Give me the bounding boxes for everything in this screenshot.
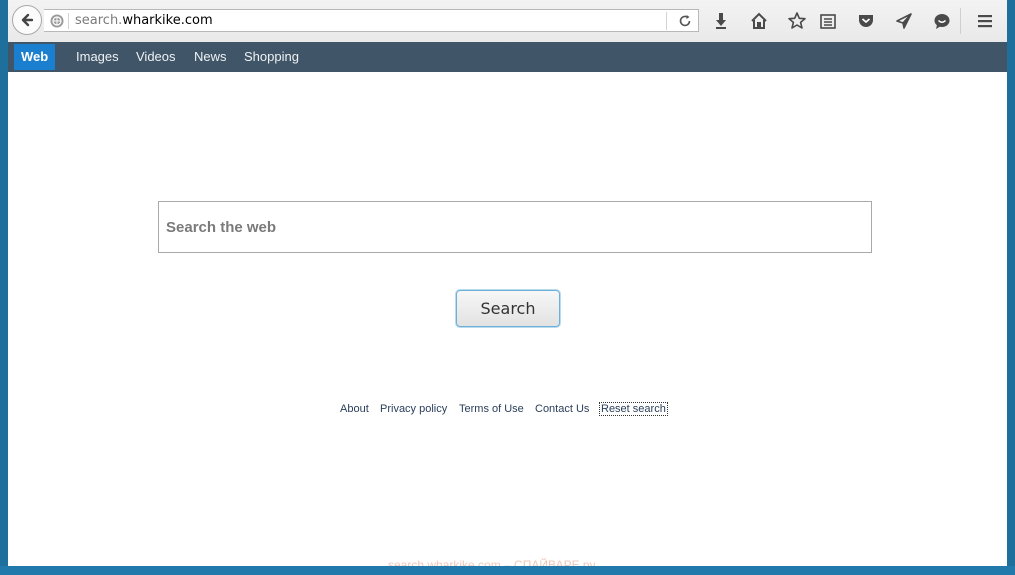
browser-window: search.wharkike.com Web Images Videos Ne…: [8, 0, 1007, 566]
search-input[interactable]: [158, 201, 872, 253]
bookmark-star-icon[interactable]: [787, 11, 807, 31]
back-arrow-icon: [21, 13, 34, 27]
nav-tab-web[interactable]: Web: [14, 44, 56, 70]
footer-link-privacy-policy[interactable]: Privacy policy: [380, 403, 447, 415]
search-button[interactable]: Search: [456, 290, 560, 327]
site-identity-icon[interactable]: [50, 14, 64, 28]
home-icon[interactable]: [749, 11, 769, 31]
reading-list-icon[interactable]: [818, 11, 838, 31]
nav-tab-shopping[interactable]: Shopping: [244, 42, 299, 72]
url-prefix: search.: [75, 13, 123, 28]
footer-link-about[interactable]: About: [340, 403, 369, 415]
desktop-background: [0, 566, 1015, 575]
url-host: wharkike.com: [122, 13, 213, 28]
menu-icon[interactable]: [975, 11, 995, 31]
chat-icon[interactable]: [932, 11, 952, 31]
download-icon[interactable]: [711, 11, 731, 31]
footer-link-terms-of-use[interactable]: Terms of Use: [459, 403, 524, 415]
nav-tab-videos[interactable]: Videos: [136, 42, 176, 72]
reload-icon[interactable]: [678, 14, 692, 28]
address-bar[interactable]: search.wharkike.com: [44, 9, 699, 32]
toolbar-divider: [960, 8, 961, 34]
browser-toolbar: search.wharkike.com: [8, 0, 1007, 43]
pocket-icon[interactable]: [856, 11, 876, 31]
footer-link-contact-us[interactable]: Contact Us: [535, 403, 589, 415]
urlbar-divider: [68, 13, 69, 29]
nav-tab-images[interactable]: Images: [76, 42, 119, 72]
reload-divider: [666, 12, 667, 30]
url-text[interactable]: search.wharkike.com: [75, 12, 213, 29]
nav-tab-news[interactable]: News: [194, 42, 227, 72]
footer-link-reset-search[interactable]: Reset search: [599, 402, 668, 416]
search-nav-bar: Web Images Videos News Shopping: [8, 42, 1007, 72]
back-button[interactable]: [12, 5, 42, 35]
share-icon[interactable]: [894, 11, 914, 31]
watermark-text: search.wharkike.com – СПАЙВАРЕ.ру: [388, 558, 596, 566]
